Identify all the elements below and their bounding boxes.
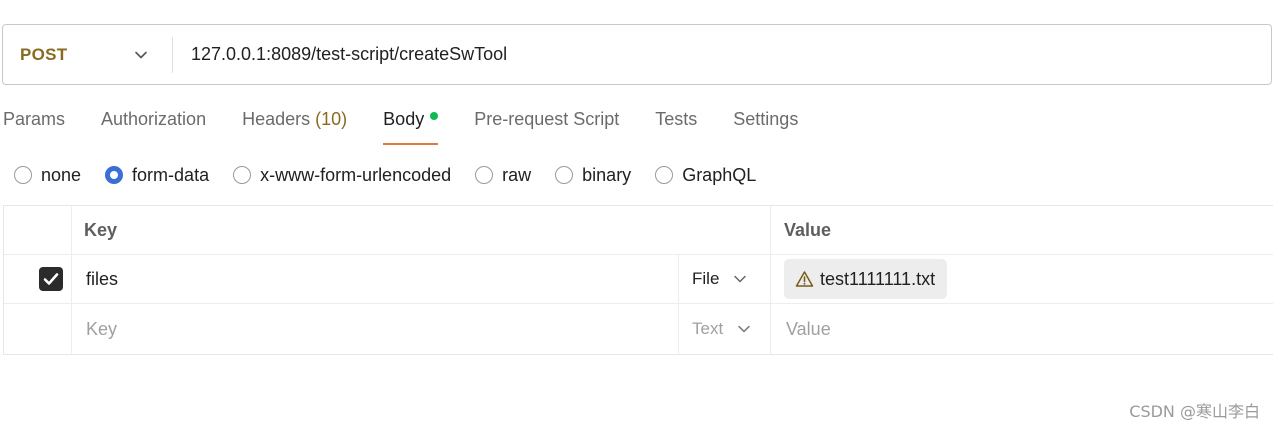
key-type-select[interactable]: File: [692, 269, 747, 289]
row-enabled-checkbox[interactable]: [39, 267, 63, 291]
value-header-label: Value: [784, 219, 832, 240]
chevron-down-icon: [134, 48, 148, 62]
column-divider: [71, 255, 72, 303]
key-type-label: Text: [692, 319, 724, 338]
method-select[interactable]: POST: [3, 25, 154, 84]
method-label: POST: [20, 44, 68, 64]
column-divider: [71, 206, 72, 254]
value-placeholder: Value: [786, 318, 831, 339]
table-row: files File test1111111.txt: [4, 255, 1273, 304]
radio-button[interactable]: [233, 166, 252, 184]
file-chip[interactable]: test1111111.txt: [784, 259, 948, 299]
type-cell: File: [692, 255, 747, 303]
key-header-label: Key: [84, 219, 118, 240]
tab-params[interactable]: Params: [3, 104, 65, 146]
value-cell: test1111111.txt: [784, 255, 948, 303]
request-tabs: Params Authorization Headers (10) Body P…: [3, 104, 834, 146]
column-divider: [678, 304, 679, 354]
column-divider: [770, 304, 771, 354]
body-type-radio-group: none form-data x-www-form-urlencoded raw…: [14, 162, 780, 188]
tab-label: Body: [383, 109, 425, 129]
value-column-header: Value: [784, 206, 831, 254]
tab-pre-request-script[interactable]: Pre-request Script: [474, 104, 619, 146]
radio-button[interactable]: [475, 166, 494, 184]
body-type-form-data[interactable]: form-data: [105, 165, 209, 186]
request-editor: POST Params Authorization Headers (10) B…: [0, 0, 1273, 426]
chevron-down-icon: [737, 322, 751, 336]
column-divider: [770, 206, 771, 254]
tab-authorization[interactable]: Authorization: [101, 104, 206, 146]
column-divider: [71, 304, 72, 354]
body-type-urlencoded[interactable]: x-www-form-urlencoded: [233, 165, 451, 186]
body-type-binary[interactable]: binary: [555, 165, 631, 186]
table-header-row: Key Value: [4, 206, 1273, 255]
body-type-none[interactable]: none: [14, 165, 81, 186]
checkmark-icon: [43, 273, 59, 285]
tab-settings[interactable]: Settings: [733, 104, 798, 146]
headers-count: (10): [315, 109, 348, 129]
watermark: CSDN @寒山李白: [1129, 402, 1260, 421]
table-row-empty: Key Text Value: [4, 304, 1273, 354]
tab-label: Headers: [242, 109, 311, 129]
row-checkbox-cell: [39, 255, 63, 303]
tab-tests[interactable]: Tests: [655, 104, 697, 146]
radio-label: GraphQL: [682, 164, 757, 185]
radio-label: form-data: [132, 164, 210, 185]
key-column-header: Key: [84, 206, 117, 254]
tab-label: Settings: [733, 109, 799, 129]
radio-button[interactable]: [655, 166, 674, 184]
key-type-label: File: [692, 269, 720, 288]
body-type-raw[interactable]: raw: [475, 165, 531, 186]
type-cell-empty: Text: [692, 304, 751, 354]
tab-label: Params: [3, 109, 66, 129]
warning-icon: [795, 270, 814, 288]
column-divider: [770, 255, 771, 303]
tab-label: Tests: [655, 109, 698, 129]
chevron-down-icon: [733, 272, 747, 286]
tab-label: Authorization: [101, 109, 207, 129]
radio-label: x-www-form-urlencoded: [260, 164, 452, 185]
radio-button[interactable]: [14, 166, 32, 184]
tab-body[interactable]: Body: [383, 104, 439, 146]
radio-label: binary: [582, 164, 632, 185]
tab-headers[interactable]: Headers (10): [242, 104, 347, 146]
key-value: files: [86, 268, 119, 289]
value-cell-empty[interactable]: Value: [786, 304, 831, 354]
url-bar: POST: [2, 24, 1272, 85]
form-data-table: Key Value files File test1111111.txt Key…: [3, 205, 1273, 355]
file-name: test1111111.txt: [820, 268, 936, 289]
column-divider: [678, 255, 679, 304]
key-cell-empty[interactable]: Key: [86, 304, 117, 354]
url-input[interactable]: [173, 43, 1271, 66]
key-cell[interactable]: files: [86, 255, 118, 303]
key-placeholder: Key: [86, 318, 118, 339]
body-active-dot: [430, 112, 439, 120]
radio-button-selected[interactable]: [105, 166, 124, 184]
tab-label: Pre-request Script: [474, 109, 620, 129]
body-type-graphql[interactable]: GraphQL: [655, 165, 756, 186]
radio-button[interactable]: [555, 166, 574, 184]
key-type-select[interactable]: Text: [692, 319, 751, 339]
radio-label: raw: [502, 164, 532, 185]
radio-label: none: [41, 164, 82, 185]
